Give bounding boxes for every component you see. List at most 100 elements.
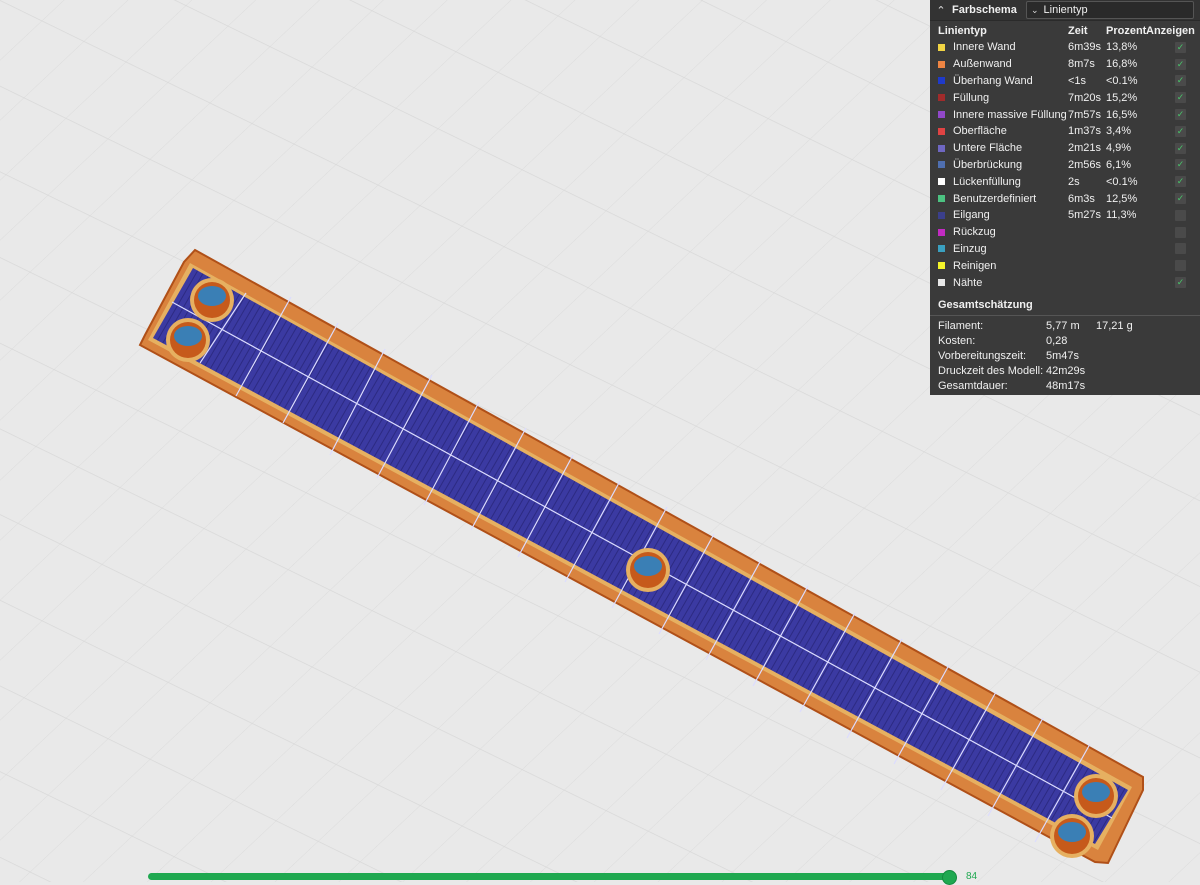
show-checkbox[interactable]: ✓ xyxy=(1175,92,1186,104)
color-swatch xyxy=(938,195,945,203)
filament-length: 5,77 m xyxy=(1046,319,1080,332)
legend-row: Einzug xyxy=(930,241,1200,258)
legend-row-type: Oberfläche xyxy=(938,125,1068,137)
model-time-value: 42m29s xyxy=(1046,365,1086,378)
legend-row-time: 2s xyxy=(1068,175,1080,188)
summary-row-total: Gesamtdauer: 48m17s xyxy=(930,379,1200,394)
prep-time-value: 5m47s xyxy=(1046,349,1080,362)
color-swatch xyxy=(938,262,945,270)
legend-row-time: 6m3s xyxy=(1068,192,1095,205)
color-swatch xyxy=(938,77,945,85)
legend-row-time: 2m21s xyxy=(1068,142,1102,155)
legend-row-label: Untere Fläche xyxy=(953,142,1023,155)
summary-row-model: Druckzeit des Modell: 42m29s xyxy=(930,364,1200,379)
legend-row: Außenwand 8m7s 16,8% ✓ xyxy=(930,56,1200,73)
collapse-chevron-up-icon[interactable]: ⌃ xyxy=(930,4,952,17)
legend-row-percent: 3,4% xyxy=(1106,125,1132,138)
color-swatch xyxy=(938,94,945,102)
legend-row-percent: <0.1% xyxy=(1106,175,1138,188)
legend-row-label: Lückenfüllung xyxy=(953,175,1021,188)
mounting-hole xyxy=(190,278,234,322)
legend-rows: Innere Wand 6m39s 13,8% ✓ Außenwand 8m7s 16,8%… xyxy=(930,39,1200,291)
legend-row: Rückzug xyxy=(930,224,1200,241)
summary-label: Druckzeit des Modell: xyxy=(938,365,1044,378)
layer-slider[interactable] xyxy=(148,870,958,885)
legend-row-type: Überhang Wand xyxy=(938,75,1068,87)
legend-row: Füllung 7m20s 15,2% ✓ xyxy=(930,89,1200,106)
layer-slider-handle[interactable] xyxy=(942,870,957,885)
col-header-show: Anzeigen xyxy=(1146,25,1195,37)
summary-row-prep: Vorbereitungszeit: 5m47s xyxy=(930,348,1200,363)
legend-row-percent: 13,8% xyxy=(1106,41,1138,54)
legend-row-type: Nähte xyxy=(938,277,1068,289)
legend-panel: ⌃ Farbschema ⌄ Linientyp Linientyp Zeit … xyxy=(930,0,1200,395)
legend-row-type: Überbrückung xyxy=(938,159,1068,171)
show-checkbox[interactable]: ✓ xyxy=(1175,159,1186,171)
show-checkbox[interactable]: ✓ xyxy=(1175,125,1186,137)
summary-row-cost: Kosten: 0,28 xyxy=(930,333,1200,348)
legend-column-headers: Linientyp Zeit Prozent Anzeigen xyxy=(930,23,1200,39)
legend-row-percent: <0.1% xyxy=(1106,74,1138,87)
layer-slider-track[interactable] xyxy=(148,873,953,880)
legend-row-time: 7m20s xyxy=(1068,91,1102,104)
col-header-type: Linientyp xyxy=(938,25,987,37)
color-swatch xyxy=(938,279,945,287)
color-swatch xyxy=(938,43,945,51)
color-swatch xyxy=(938,127,945,135)
show-checkbox[interactable] xyxy=(1175,260,1186,272)
legend-row-percent: 16,5% xyxy=(1106,108,1138,121)
legend-row-percent: 12,5% xyxy=(1106,192,1138,205)
color-swatch xyxy=(938,161,945,169)
legend-row: Benutzerdefiniert 6m3s 12,5% ✓ xyxy=(930,190,1200,207)
legend-row-time: <1s xyxy=(1068,74,1087,87)
legend-row-type: Füllung xyxy=(938,92,1068,104)
summary-label: Filament: xyxy=(938,319,984,332)
legend-row-percent: 11,3% xyxy=(1106,209,1137,222)
show-checkbox[interactable] xyxy=(1175,243,1186,255)
layer-number: 84 xyxy=(966,871,978,882)
legend-row-percent: 4,9% xyxy=(1106,142,1132,155)
legend-row-type: Innere Wand xyxy=(938,41,1068,53)
summary-label: Gesamtdauer: xyxy=(938,380,1008,393)
show-checkbox[interactable]: ✓ xyxy=(1175,41,1186,53)
legend-row-label: Oberfläche xyxy=(953,125,1007,138)
cost-value: 0,28 xyxy=(1046,334,1068,347)
legend-row-label: Einzug xyxy=(953,242,987,255)
show-checkbox[interactable]: ✓ xyxy=(1175,176,1186,188)
color-swatch xyxy=(938,245,945,253)
legend-row-type: Untere Fläche xyxy=(938,142,1068,154)
show-checkbox[interactable]: ✓ xyxy=(1175,109,1186,121)
show-checkbox[interactable]: ✓ xyxy=(1175,58,1186,70)
summary-section: Filament: 5,77 m 17,21 g Kosten: 0,28 Vo… xyxy=(930,318,1200,394)
color-swatch xyxy=(938,144,945,152)
legend-row-type: Außenwand xyxy=(938,58,1068,70)
legend-row-label: Füllung xyxy=(953,91,990,104)
summary-label: Kosten: xyxy=(938,334,976,347)
chevron-down-icon: ⌄ xyxy=(1031,4,1039,15)
show-checkbox[interactable] xyxy=(1175,226,1186,238)
legend-row-label: Innere massive Füllung xyxy=(953,108,1067,121)
legend-row: Eilgang 5m27s 11,3% xyxy=(930,207,1200,224)
legend-row: Untere Fläche 2m21s 4,9% ✓ xyxy=(930,140,1200,157)
legend-row-time: 7m57s xyxy=(1068,108,1102,121)
legend-row-type: Innere massive Füllung xyxy=(938,109,1068,121)
filament-weight: 17,21 g xyxy=(1096,319,1133,332)
show-checkbox[interactable]: ✓ xyxy=(1175,277,1186,289)
legend-row-label: Überbrückung xyxy=(953,158,1023,171)
legend-row: Nähte ✓ xyxy=(930,274,1200,291)
legend-row-label: Nähte xyxy=(953,276,983,289)
legend-row-percent: 6,1% xyxy=(1106,158,1132,171)
legend-row-label: Innere Wand xyxy=(953,41,1016,54)
legend-row: Überbrückung 2m56s 6,1% ✓ xyxy=(930,157,1200,174)
show-checkbox[interactable]: ✓ xyxy=(1175,193,1186,205)
color-swatch xyxy=(938,211,945,219)
show-checkbox[interactable]: ✓ xyxy=(1175,75,1186,87)
color-scheme-value: Linientyp xyxy=(1043,4,1088,16)
legend-row-type: Reinigen xyxy=(938,260,1068,272)
legend-row-type: Eilgang xyxy=(938,209,1068,221)
legend-row-label: Reinigen xyxy=(953,259,997,272)
show-checkbox[interactable]: ✓ xyxy=(1175,142,1186,154)
color-scheme-dropdown[interactable]: ⌄ Linientyp xyxy=(1026,1,1194,19)
color-swatch xyxy=(938,228,945,236)
show-checkbox[interactable] xyxy=(1175,209,1186,221)
